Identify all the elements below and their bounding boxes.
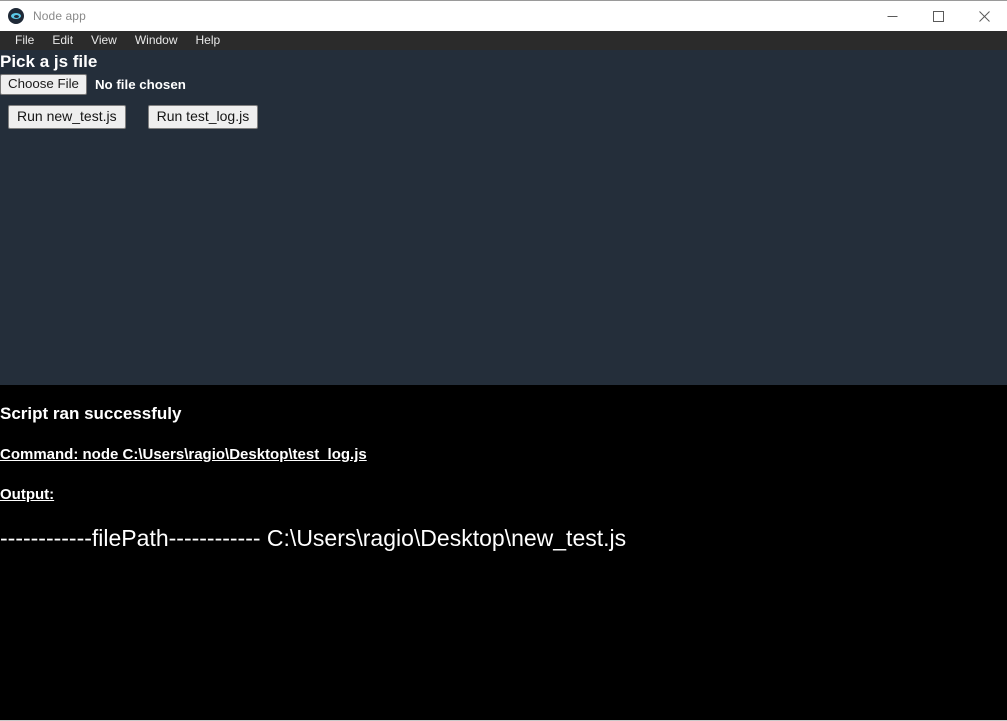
output-body: ------------filePath------------ C:\User…: [0, 525, 627, 551]
window-title: Node app: [33, 9, 86, 23]
maximize-icon: [932, 11, 944, 22]
file-status-label: No file chosen: [94, 77, 186, 92]
app-panel: Pick a js file Choose File No file chose…: [0, 50, 1007, 385]
file-picker-row: Choose File No file chosen: [0, 74, 1007, 95]
command-line: Command: node C:\Users\ragio\Desktop\tes…: [0, 446, 367, 463]
menu-item-window[interactable]: Window: [126, 31, 187, 50]
menu-item-edit[interactable]: Edit: [43, 31, 82, 50]
run-buttons-row: Run new_test.js Run test_log.js: [0, 105, 1007, 129]
run-test-log-button[interactable]: Run test_log.js: [147, 105, 259, 129]
close-button[interactable]: [961, 1, 1007, 32]
node-logo-icon: [8, 8, 24, 24]
page-title: Pick a js file: [0, 52, 98, 71]
menu-item-file[interactable]: File: [6, 31, 43, 50]
title-bar: Node app: [0, 0, 1007, 31]
minimize-button[interactable]: [869, 1, 915, 32]
minimize-icon: [887, 16, 897, 17]
menu-item-help[interactable]: Help: [187, 31, 230, 50]
choose-file-button[interactable]: Choose File: [0, 74, 87, 95]
status-message: Script ran successfuly: [0, 404, 182, 423]
output-label: Output:: [0, 486, 55, 503]
menu-item-view[interactable]: View: [82, 31, 126, 50]
window-controls: [869, 1, 1007, 32]
title-bar-left: Node app: [0, 8, 86, 24]
maximize-button[interactable]: [915, 1, 961, 32]
close-icon: [978, 11, 990, 22]
console-output: Script ran successfuly Command: node C:\…: [0, 385, 1007, 721]
run-new-test-button[interactable]: Run new_test.js: [8, 105, 126, 129]
app-window: Node app File Edit View Window Help Pick…: [0, 0, 1007, 721]
menu-bar: File Edit View Window Help: [0, 31, 1007, 50]
